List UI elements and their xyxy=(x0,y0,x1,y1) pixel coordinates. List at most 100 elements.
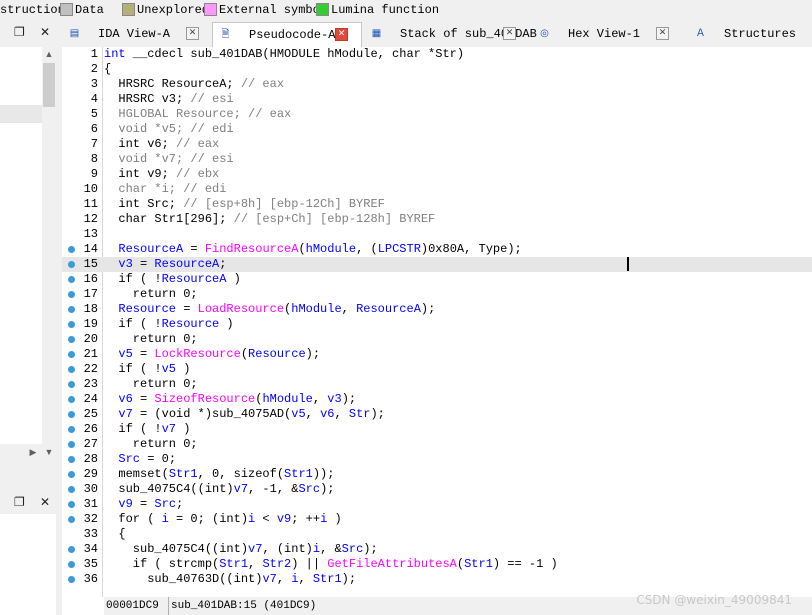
line-number: 30 xyxy=(83,482,98,496)
tab-hex-view-1[interactable]: ◎ Hex View-1 ✕ xyxy=(532,22,682,46)
legend-swatch xyxy=(122,3,135,16)
function-list[interactable] xyxy=(0,47,43,462)
code-line[interactable]: 35 if ( strcmp(Str1, Str2) || GetFileAtt… xyxy=(62,557,812,572)
pseudocode-view[interactable]: 1 int __cdecl sub_401DAB(HMODULE hModule,… xyxy=(62,47,812,597)
code-line[interactable]: 12 char Str1[296]; // [esp+Ch] [ebp-128h… xyxy=(62,212,812,227)
code-line[interactable]: 21 v5 = LockResource(Resource); xyxy=(62,347,812,362)
tab-close-icon[interactable]: ✕ xyxy=(656,27,669,40)
tab-close-icon[interactable]: ✕ xyxy=(186,27,199,40)
code-line[interactable]: 19 if ( !Resource ) xyxy=(62,317,812,332)
code-line[interactable]: 32 for ( i = 0; (int)i < v9; ++i ) xyxy=(62,512,812,527)
code-line[interactable]: 29 memset(Str1, 0, sizeof(Str1)); xyxy=(62,467,812,482)
breakpoint-dot-icon[interactable] xyxy=(68,561,75,568)
breakpoint-dot-icon[interactable] xyxy=(68,381,75,388)
code-line[interactable]: 10 char *i; // edi xyxy=(62,182,812,197)
breakpoint-dot-icon[interactable] xyxy=(68,486,75,493)
breakpoint-dot-icon[interactable] xyxy=(68,576,75,583)
pin-icon[interactable]: ❐ xyxy=(14,495,25,509)
color-legend-bar: struction Data Unexplored External symbol Lu… xyxy=(0,0,812,20)
code-line[interactable]: 18 Resource = LoadResource(hModule, Reso… xyxy=(62,302,812,317)
line-number: 20 xyxy=(83,332,98,346)
breakpoint-dot-icon[interactable] xyxy=(68,396,75,403)
scroll-down-icon[interactable]: ▼ xyxy=(42,447,56,457)
scroll-thumb[interactable] xyxy=(43,63,55,107)
line-number: 23 xyxy=(83,377,98,391)
code-line[interactable]: 2{ xyxy=(62,62,812,77)
code-line[interactable]: 34 sub_4075C4((int)v7, (int)i, &Src); xyxy=(62,542,812,557)
code-line[interactable]: 22 if ( !v5 ) xyxy=(62,362,812,377)
close-icon[interactable]: ✕ xyxy=(40,495,50,509)
tab-ida-view-a[interactable]: ▤ IDA View-A ✕ xyxy=(62,22,212,46)
code-line[interactable]: 33 { xyxy=(62,527,812,542)
code-line[interactable]: 30 sub_4075C4((int)v7, -1, &Src); xyxy=(62,482,812,497)
code-line[interactable]: 5 HGLOBAL Resource; // eax xyxy=(62,107,812,122)
code-line[interactable]: 13 xyxy=(62,227,812,242)
breakpoint-dot-icon[interactable] xyxy=(68,291,75,298)
line-number: 6 xyxy=(90,122,98,136)
breakpoint-dot-icon[interactable] xyxy=(68,456,75,463)
tab-label: Pseudocode-A xyxy=(249,28,336,42)
code-line[interactable]: 15 v3 = ResourceA; xyxy=(62,257,812,272)
breakpoint-dot-icon[interactable] xyxy=(68,276,75,283)
breakpoint-dot-icon[interactable] xyxy=(68,501,75,508)
scroll-up-icon[interactable]: ▲ xyxy=(42,49,56,59)
line-number: 28 xyxy=(83,452,98,466)
code-line[interactable]: 8 void *v7; // esi xyxy=(62,152,812,167)
code-line[interactable]: 25 v7 = (void *)sub_4075AD(v5, v6, Str); xyxy=(62,407,812,422)
code-line[interactable]: 28 Src = 0; xyxy=(62,452,812,467)
code-line[interactable]: 17 return 0; xyxy=(62,287,812,302)
code-line[interactable]: 20 return 0; xyxy=(62,332,812,347)
code-line[interactable]: 1 int __cdecl sub_401DAB(HMODULE hModule,… xyxy=(62,47,812,62)
breakpoint-dot-icon[interactable] xyxy=(68,321,75,328)
code-line[interactable]: 6 void *v5; // edi xyxy=(62,122,812,137)
code-text: v7 = (void *)sub_4075AD(v5, v6, Str); xyxy=(104,407,385,421)
legend-swatch xyxy=(316,3,329,16)
code-line[interactable]: 24 v6 = SizeofResource(hModule, v3); xyxy=(62,392,812,407)
breakpoint-dot-icon[interactable] xyxy=(68,306,75,313)
code-line[interactable]: 7 int v6; // eax xyxy=(62,137,812,152)
code-line[interactable]: 31 v9 = Src; xyxy=(62,497,812,512)
tab-pseudocode-a[interactable]: 🗎 Pseudocode-A ✕ xyxy=(212,22,362,48)
watermark: CSDN @weixin_49009841 xyxy=(636,593,792,607)
code-text: for ( i = 0; (int)i < v9; ++i ) xyxy=(104,512,342,526)
code-line[interactable]: 14 ResourceA = FindResourceA(hModule, (L… xyxy=(62,242,812,257)
breakpoint-dot-icon[interactable] xyxy=(68,336,75,343)
tab-close-icon[interactable]: ✕ xyxy=(503,27,516,40)
scroll-right-icon[interactable]: ▶ xyxy=(26,447,40,458)
line-number: 15 xyxy=(83,257,98,271)
tab-close-icon[interactable]: ✕ xyxy=(335,28,348,41)
code-line[interactable]: 16 if ( !ResourceA ) xyxy=(62,272,812,287)
code-line[interactable]: 26 if ( !v7 ) xyxy=(62,422,812,437)
hex-icon: ◎ xyxy=(540,28,549,39)
code-line[interactable]: 36 sub_40763D((int)v7, i, Str1); xyxy=(62,572,812,587)
vertical-scrollbar[interactable]: ▲ ▼ xyxy=(42,47,56,462)
breakpoint-dot-icon[interactable] xyxy=(68,426,75,433)
breakpoint-dot-icon[interactable] xyxy=(68,546,75,553)
tab-stack-of-sub-401dab[interactable]: ▦ Stack of sub_401DAB ✕ xyxy=(364,22,537,46)
breakpoint-dot-icon[interactable] xyxy=(68,441,75,448)
breakpoint-dot-icon[interactable] xyxy=(68,261,75,268)
code-line[interactable]: 11 int Src; // [esp+8h] [ebp-12Ch] BYREF xyxy=(62,197,812,212)
horizontal-scrollbar[interactable]: ▶ xyxy=(0,444,42,462)
breakpoint-dot-icon[interactable] xyxy=(68,246,75,253)
code-line[interactable]: 4 HRSRC v3; // esi xyxy=(62,92,812,107)
tab-label: IDA View-A xyxy=(98,27,171,41)
line-number: 22 xyxy=(83,362,98,376)
code-text: return 0; xyxy=(104,287,198,301)
code-line[interactable]: 23 return 0; xyxy=(62,377,812,392)
code-text: HRSRC v3; // esi xyxy=(104,92,234,106)
code-text: v3 = ResourceA; xyxy=(104,257,227,271)
pin-icon[interactable]: ❐ xyxy=(14,25,25,39)
tab-structures[interactable]: Ａ Structures xyxy=(688,22,812,46)
selected-list-item[interactable] xyxy=(0,105,42,123)
breakpoint-dot-icon[interactable] xyxy=(68,471,75,478)
line-number: 35 xyxy=(83,557,98,571)
breakpoint-dot-icon[interactable] xyxy=(68,411,75,418)
close-icon[interactable]: ✕ xyxy=(40,25,50,39)
breakpoint-dot-icon[interactable] xyxy=(68,516,75,523)
code-line[interactable]: 9 int v9; // ebx xyxy=(62,167,812,182)
breakpoint-dot-icon[interactable] xyxy=(68,366,75,373)
code-line[interactable]: 3 HRSRC ResourceA; // eax xyxy=(62,77,812,92)
code-line[interactable]: 27 return 0; xyxy=(62,437,812,452)
breakpoint-dot-icon[interactable] xyxy=(68,351,75,358)
